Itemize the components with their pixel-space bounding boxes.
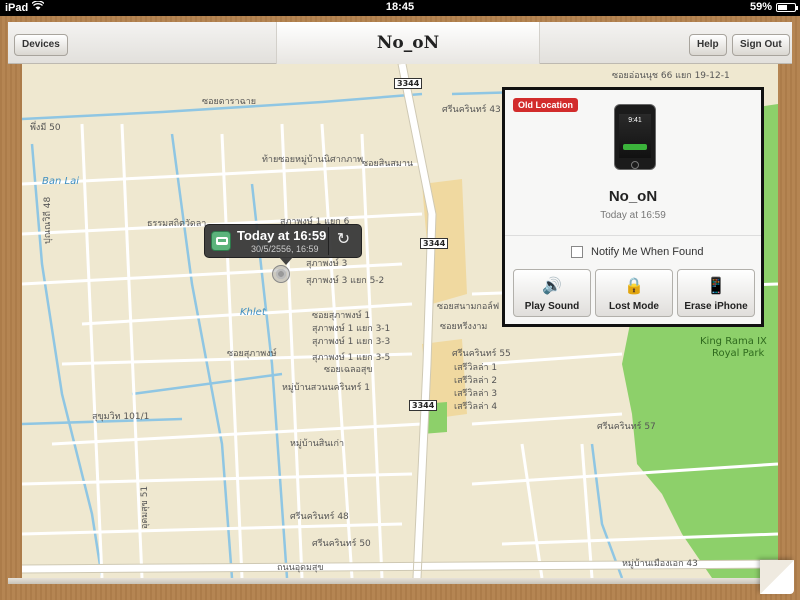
map-street-label: ศรีนครินทร์ 50 (312, 539, 371, 549)
map-street-label: เสรีวิลล่า 2 (454, 376, 498, 386)
device-located-time: Today at 16:59 (600, 210, 666, 221)
speaker-icon: 🔊 (542, 278, 562, 295)
map-street-label: ปุณณวิถี 48 (43, 196, 53, 244)
map-street-label: อุดมสุข 51 (140, 485, 150, 529)
notify-me-checkbox[interactable]: Notify Me When Found (571, 246, 704, 258)
map-street-label: ธรรมสถิตวัดลา (147, 219, 207, 229)
map-street-label: ท้ายซอยหมู่บ้านนิศากภาพ (262, 155, 364, 165)
route-shield: 3344 (409, 400, 438, 411)
bottom-strip (8, 578, 792, 584)
erase-icon: 📱 (706, 278, 726, 295)
lost-mode-button[interactable]: 🔒 Lost Mode (595, 269, 673, 317)
map-street-label: ซอยเฉลอสุข (324, 365, 373, 375)
map-street-label: ศรีนครินทร์ 48 (290, 512, 349, 522)
map-street-label: ซอยสนามกอล์ฟ (437, 302, 500, 312)
phone-slider (623, 144, 647, 150)
sign-out-button[interactable]: Sign Out (732, 34, 790, 56)
map-street-label: หมู่บ้านสินเก่า (290, 439, 345, 449)
map-street-label: ถนนอุดมสุข (277, 563, 324, 573)
iphone-image: 9:41 (614, 104, 656, 170)
map-street-label: สุภาพงษ์ 3 แยก 5-2 (306, 276, 385, 286)
device-name: No_oN (608, 188, 658, 205)
map-street-label: Royal Park (712, 348, 765, 359)
map-street-label: ซอยหรีงงาม (440, 322, 488, 332)
map-street-label: สุภาพงษ์ 3 (306, 259, 348, 269)
divider (505, 235, 761, 236)
map-street-label: ซอยอ่อนนุช 66 แยก 19-12-1 (612, 71, 730, 81)
map-street-label: ศรีนครินทร์ 43 (442, 105, 501, 115)
map-street-label: สุภาพงษ์ 1 แยก 3-3 (312, 337, 391, 347)
callout-title: Today at 16:59 (237, 228, 327, 243)
map-street-label: ศรีนครินทร์ 57 (597, 422, 656, 432)
map-street-label: สุขุมวิท 101/1 (92, 412, 150, 422)
car-icon (211, 231, 231, 251)
map-street-label: ซอยสุภาพงษ์ (227, 349, 277, 359)
map-street-label: เสรีวิลล่า 1 (454, 363, 498, 373)
map-street-label: สุภาพงษ์ 1 แยก 3-1 (312, 324, 391, 334)
help-button[interactable]: Help (689, 34, 727, 56)
battery-percent: 59% (749, 1, 772, 13)
map-street-label: ซอยดาราฉาย (202, 97, 257, 107)
map-street-label: King Rama IX (700, 336, 767, 347)
map-street-label: เสรีวิลล่า 3 (454, 389, 498, 399)
route-shield: 3344 (394, 78, 423, 89)
play-sound-label: Play Sound (524, 301, 580, 312)
phone-screen: 9:41 (619, 114, 651, 158)
map-street-label: Khlet (240, 307, 266, 318)
status-bar: iPad 18:45 59% (0, 0, 800, 16)
status-badge: Old Location (513, 98, 578, 112)
status-time: 18:45 (385, 1, 415, 13)
route-shield: 3344 (420, 238, 449, 249)
map-street-label: ศรีนครินทร์ 55 (452, 349, 511, 359)
battery-icon (776, 2, 798, 12)
device-panel: Old Location 9:41 No_oN Today at 16:59 N… (502, 87, 764, 327)
erase-iphone-button[interactable]: 📱 Erase iPhone (677, 269, 755, 317)
location-pin[interactable] (272, 265, 290, 283)
lost-mode-label: Lost Mode (609, 301, 659, 312)
play-sound-button[interactable]: 🔊 Play Sound (513, 269, 591, 317)
status-right: 59% (749, 1, 798, 13)
callout-subtitle: 30/5/2556, 16:59 (251, 244, 319, 254)
devices-button[interactable]: Devices (14, 34, 68, 56)
map-street-label: หมู่บ้านเมืองเอก 43 (622, 559, 698, 569)
phone-clock: 9:41 (628, 117, 642, 124)
refresh-icon[interactable]: ↻ (328, 227, 358, 255)
phone-home-button (631, 161, 639, 169)
lock-icon: 🔒 (624, 278, 644, 295)
map-street-label: เสรีวิลล่า 4 (454, 402, 498, 412)
map-street-label: หมู่บ้านสวนนครินทร์ 1 (282, 383, 370, 393)
map-street-label: ซอยสุภาพงษ์ 1 (312, 311, 371, 321)
erase-iphone-label: Erase iPhone (684, 301, 748, 312)
map-street-label: Ban Lai (42, 176, 79, 187)
page-title: No_oN (376, 33, 440, 53)
page-curl[interactable] (760, 560, 794, 594)
map-street-label: ซอยสินสมาน (362, 159, 414, 169)
notify-label: Notify Me When Found (591, 246, 704, 258)
checkbox-box[interactable] (571, 246, 583, 258)
battery-fill (778, 4, 788, 10)
map-street-label: พึ่งมี 50 (30, 123, 61, 133)
toolbar: Devices No_oN Help Sign Out (8, 22, 792, 64)
